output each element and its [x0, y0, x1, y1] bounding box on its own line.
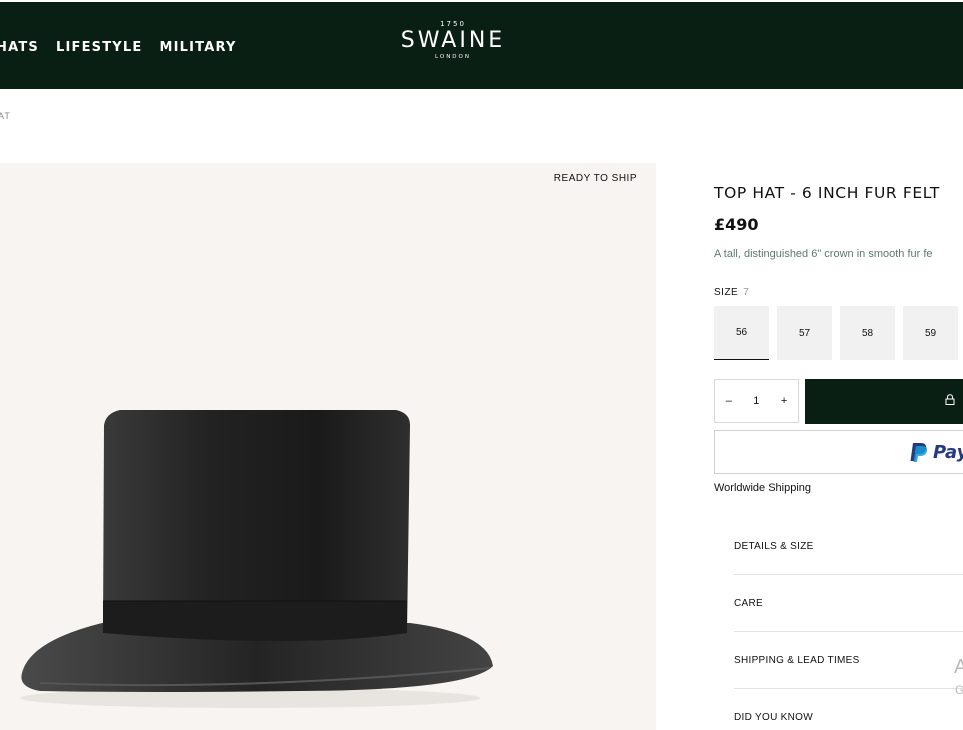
product-gallery: READY TO SHIP	[0, 163, 656, 730]
minus-icon[interactable]: –	[726, 395, 732, 407]
accordion-details-size[interactable]: DETAILS & SIZE	[734, 541, 963, 552]
size-label: SIZE 7	[714, 287, 749, 298]
product-image	[20, 410, 494, 708]
divider	[734, 574, 963, 575]
main-nav: HATS LIFESTYLE MILITARY	[0, 40, 237, 55]
paypal-icon	[910, 443, 928, 462]
size-option-58[interactable]: 58	[840, 306, 895, 360]
size-options: 56 57 58 59	[714, 306, 958, 360]
divider	[734, 631, 963, 632]
lock-icon	[945, 394, 955, 405]
size-selected-value: 7	[743, 287, 750, 298]
floating-widget-glyph-small[interactable]: G	[955, 683, 963, 697]
size-option-59[interactable]: 59	[903, 306, 958, 360]
quantity-value[interactable]: 1	[753, 395, 759, 407]
shipping-note: Worldwide Shipping	[714, 482, 812, 494]
paypal-button[interactable]: Pay	[714, 430, 963, 474]
plus-icon[interactable]: +	[781, 395, 787, 407]
product-description: A tall, distinguished 6" crown in smooth…	[714, 248, 933, 260]
nav-hats[interactable]: HATS	[0, 40, 39, 55]
floating-widget-glyph[interactable]: A	[954, 656, 963, 679]
accordion-care[interactable]: CARE	[734, 598, 963, 609]
add-to-bag-button[interactable]	[805, 379, 963, 424]
nav-military[interactable]: MILITARY	[159, 40, 236, 55]
size-option-57[interactable]: 57	[777, 306, 832, 360]
logo-name: SWAINE	[400, 28, 506, 53]
divider	[734, 688, 963, 689]
breadcrumb[interactable]: AT	[0, 111, 11, 121]
size-label-text: SIZE	[714, 287, 739, 298]
brand-logo[interactable]: 1750 SWAINE LONDON	[392, 20, 514, 60]
product-price: £490	[714, 215, 759, 234]
size-option-56[interactable]: 56	[714, 306, 769, 360]
logo-year: 1750	[440, 20, 466, 28]
logo-city: LONDON	[435, 54, 471, 60]
site-header: HATS LIFESTYLE MILITARY 1750 SWAINE LOND…	[0, 2, 963, 89]
product-title: TOP HAT - 6 INCH FUR FELT	[714, 184, 940, 202]
nav-lifestyle[interactable]: LIFESTYLE	[56, 40, 143, 55]
accordion-shipping-lead-times[interactable]: SHIPPING & LEAD TIMES	[734, 655, 963, 666]
ready-to-ship-badge: READY TO SHIP	[553, 173, 637, 184]
paypal-label: Pay	[933, 442, 963, 463]
quantity-stepper: – 1 +	[714, 379, 799, 423]
accordion-did-you-know[interactable]: DID YOU KNOW	[734, 712, 963, 723]
